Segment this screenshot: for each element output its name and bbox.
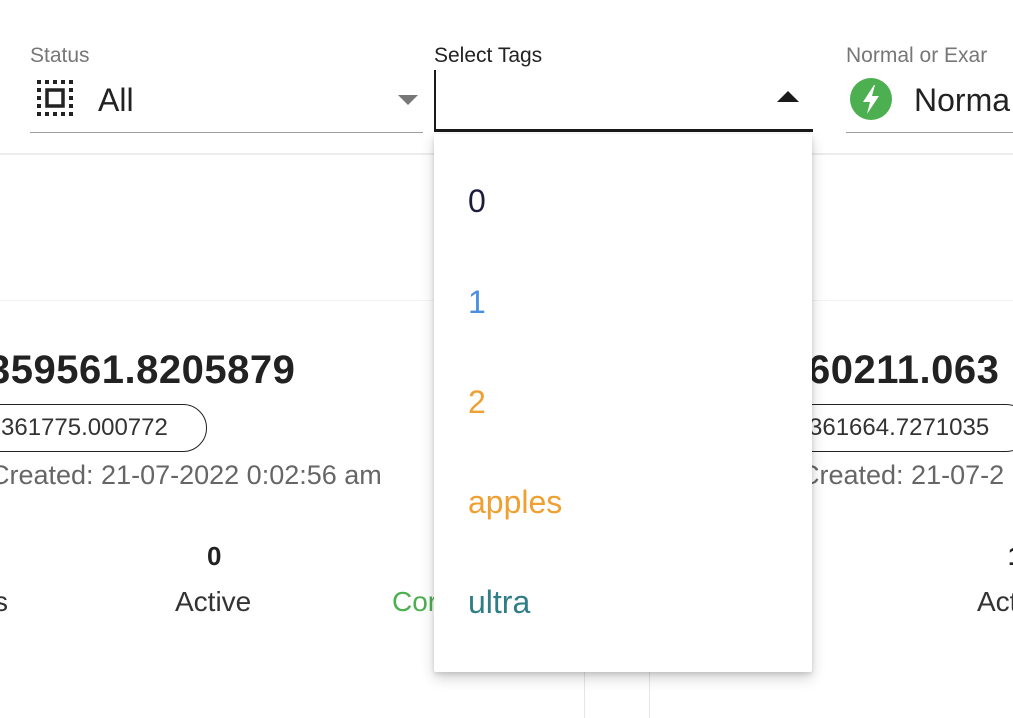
active-count: 1 xyxy=(1008,543,1013,569)
completed-label: Cor xyxy=(392,586,438,617)
mode-value: Norma xyxy=(914,82,1011,118)
tags-input[interactable] xyxy=(440,80,764,122)
menu-item-tag-1[interactable]: 1 xyxy=(434,252,812,352)
menu-item-label: 0 xyxy=(468,183,486,219)
active-count: 0 xyxy=(207,541,222,571)
mode-underline xyxy=(846,132,1013,133)
card-created-date: Created: 21-07-2022 0:02:56 am xyxy=(0,460,382,490)
bolt-icon xyxy=(850,78,892,120)
card-created-date: Created: 21-07-2 xyxy=(800,460,1005,490)
status-underline xyxy=(30,132,423,133)
card-title: 359561.8205879 xyxy=(0,348,296,392)
tags-label: Select Tags xyxy=(434,44,543,67)
stat-label: s xyxy=(0,586,8,617)
status-label: Status xyxy=(30,44,90,67)
active-label: Act xyxy=(977,586,1013,617)
menu-item-label: 1 xyxy=(468,284,486,320)
select-all-icon xyxy=(37,80,73,116)
active-label: Active xyxy=(175,586,252,617)
menu-item-tag-0[interactable]: 0 xyxy=(434,151,812,251)
tags-underline xyxy=(434,129,813,132)
mode-label: Normal or Exar xyxy=(846,44,988,67)
page: Status All Select Tags Normal or Exar No… xyxy=(0,0,1013,718)
chevron-up-icon[interactable] xyxy=(777,91,799,102)
status-value: All xyxy=(98,82,134,118)
menu-item-tag-apples[interactable]: apples xyxy=(434,452,812,552)
menu-item-tag-2[interactable]: 2 xyxy=(434,352,812,452)
menu-item-label: apples xyxy=(468,484,563,520)
menu-item-label: ultra xyxy=(468,584,531,620)
text-cursor xyxy=(434,70,436,130)
menu-item-tag-ultra[interactable]: ultra xyxy=(434,552,812,652)
menu-item-label: 2 xyxy=(468,384,486,420)
card-chip[interactable]: 361775.000772 xyxy=(0,404,207,452)
card-chip[interactable]: 361664.7271035 xyxy=(790,404,1013,452)
tags-dropdown-menu: 0 1 2 apples ultra xyxy=(434,134,812,672)
chevron-down-icon xyxy=(398,95,418,105)
card-title: 60211.063 xyxy=(808,348,1000,392)
